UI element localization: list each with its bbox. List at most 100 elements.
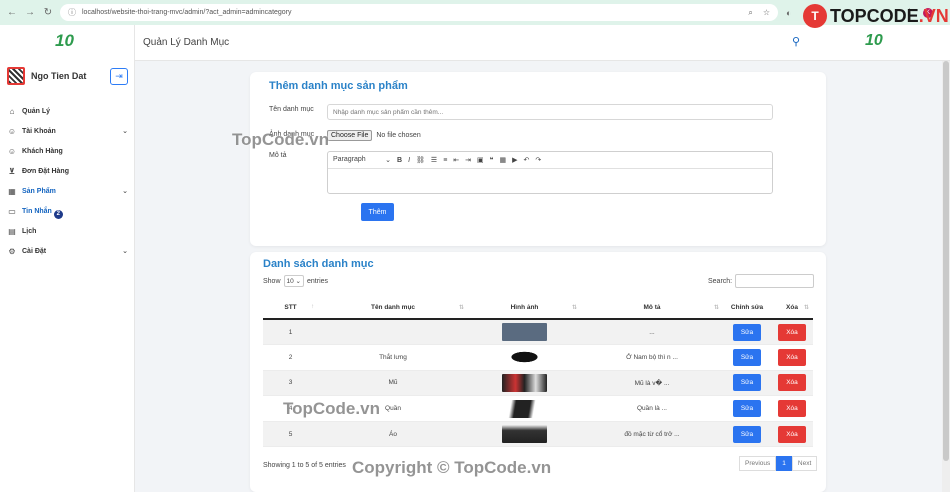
zoom-icon[interactable]: ⌕ [748,8,752,18]
col-stt[interactable]: STT ↑ [263,297,318,320]
media-icon[interactable]: ▶ [512,156,517,164]
user-panel: Ngo Tien Dat ⇥ [7,67,128,85]
sidebar-item-san-pham[interactable]: ▦ Sản Phẩm ⌄ [7,181,128,201]
paragraph-label: Paragraph [333,156,366,163]
cell-name: Mũ [318,370,468,397]
sidebar-item-label: Tài Khoản [22,127,56,135]
sidebar-item-don-dat-hang[interactable]: ⊻ Đơn Đặt Hàng [7,161,128,181]
reload-icon[interactable]: ↻ [42,7,54,18]
category-table: STT ↑ Tên danh mục ⇅ Hình ảnh ⇅ Mô tả ⇅ Chỉn… [263,297,813,448]
show-label: Show [263,277,281,285]
bookmark-star-icon[interactable]: ☆ [763,8,770,18]
col-label: Tên danh mục [370,304,416,311]
name-label: Tên danh mục [269,106,314,113]
sidebar-logo[interactable]: 10 [55,31,79,51]
topcode-brand: T TOPCODE.VN [803,4,949,28]
brand-domain: .VN [918,5,949,26]
cart-icon: ⊻ [8,166,16,176]
cell-edit: Sửa [723,370,771,397]
entries-length-control: Show 10 ⌄ entries [263,275,328,287]
file-input[interactable]: Choose File No file chosen [327,130,421,141]
numbered-list-icon[interactable]: ≡ [443,157,447,164]
bullet-list-icon[interactable]: ☰ [431,156,437,164]
undo-icon[interactable]: ↶ [523,156,529,164]
header-logo[interactable]: 10 [865,32,883,50]
sidebar-item-lich[interactable]: ▤ Lịch [7,221,128,241]
italic-icon[interactable]: I [408,157,410,164]
cell-delete: Xóa [771,319,813,346]
cell-description: ... [581,319,723,346]
paragraph-select[interactable]: Paragraph ⌄ [333,156,391,164]
site-info-icon[interactable]: ⓘ [68,7,76,18]
sidebar-item-tai-khoan[interactable]: ☺ Tài Khoản ⌄ [7,121,128,141]
grid-icon: ▦ [8,186,16,196]
sort-icon: ⇅ [458,305,464,311]
description-editor[interactable]: Paragraph ⌄ B I ⛓ ☰ ≡ ⇤ ⇥ ▣ ❝ ▦ ▶ ↶ ↷ [327,151,773,194]
entries-select[interactable]: 10 ⌄ [283,275,305,287]
edit-button[interactable]: Sửa [733,425,761,443]
delete-button[interactable]: Xóa [778,374,806,392]
sidebar-item-cai-dat[interactable]: ⚙ Cài Đặt ⌄ [7,241,128,261]
delete-button[interactable]: Xóa [778,348,806,366]
cell-edit: Sửa [723,395,771,422]
search-label: Search: [708,277,733,285]
col-name[interactable]: Tên danh mục ⇅ [318,297,468,320]
table-icon[interactable]: ▦ [499,156,506,164]
edit-button[interactable]: Sửa [733,400,761,418]
image-icon[interactable]: ▣ [477,156,484,164]
message-count-badge: 2 [53,209,63,219]
indent-icon[interactable]: ⇥ [465,156,471,164]
delete-button[interactable]: Xóa [778,400,806,418]
cell-name: Thắt lưng [318,344,468,371]
cell-image [468,344,581,371]
quote-icon[interactable]: ❝ [490,156,494,164]
sidebar-item-khach-hang[interactable]: ☺ Khách Hàng [7,141,128,161]
back-icon[interactable]: ← [6,7,18,18]
add-button[interactable]: Thêm [361,203,394,221]
logout-button[interactable]: ⇥ [110,67,128,85]
sort-icon: ⇅ [713,305,719,311]
table-row: 2 Thắt lưng Ở Nam bộ thì n ... Sửa Xóa [263,344,813,371]
next-page-button[interactable]: Next [791,456,818,471]
cell-image [468,319,581,346]
extension-icon[interactable]: ◐ [786,8,791,18]
previous-page-button[interactable]: Previous [739,456,777,471]
cell-description: Mũ là v� ... [581,370,723,397]
sidebar-item-label: Quản Lý [22,107,51,115]
sidebar-item-label: Sản Phẩm [22,187,56,195]
col-delete[interactable]: Xóa ⇅ [771,297,813,320]
redo-icon[interactable]: ↷ [535,156,541,164]
pagination: Previous 1 Next [739,456,818,471]
sidebar-item-tin-nhan[interactable]: ▭ Tin Nhắn 2 [7,201,128,221]
cell-image [468,370,581,397]
cell-stt: 5 [263,421,318,448]
choose-file-button[interactable]: Choose File [327,130,373,141]
category-thumbnail [502,348,547,367]
search-icon[interactable]: ⚲ [792,35,800,48]
col-label: Xóa [786,304,798,311]
outdent-icon[interactable]: ⇤ [453,156,459,164]
col-description[interactable]: Mô tả ⇅ [581,297,723,320]
edit-button[interactable]: Sửa [733,374,761,392]
scrollbar-thumb[interactable] [943,61,949,461]
address-bar[interactable]: ⓘ localhost/website-thoi-trang-mvc/admin… [60,4,778,21]
page-scrollbar[interactable] [942,61,950,492]
cell-edit: Sửa [723,319,771,346]
delete-button[interactable]: Xóa [778,323,806,341]
sort-icon: ⇅ [803,305,809,311]
edit-button[interactable]: Sửa [733,323,761,341]
forward-icon[interactable]: → [24,7,36,18]
bold-icon[interactable]: B [397,157,402,164]
col-image[interactable]: Hình ảnh ⇅ [468,297,581,320]
category-thumbnail [502,323,547,342]
delete-button[interactable]: Xóa [778,425,806,443]
table-search-input[interactable] [735,274,815,288]
add-category-card: Thêm danh mục sản phẩm Tên danh mục Ảnh … [250,72,826,246]
link-icon[interactable]: ⛓ [416,156,425,164]
category-name-input[interactable] [327,104,773,120]
logout-icon: ⇥ [115,70,123,81]
page-1-button[interactable]: 1 [776,456,792,471]
col-edit[interactable]: Chỉnh sửa [723,297,771,320]
sidebar-item-quan-ly[interactable]: ⌂ Quản Lý [7,101,128,121]
edit-button[interactable]: Sửa [733,348,761,366]
